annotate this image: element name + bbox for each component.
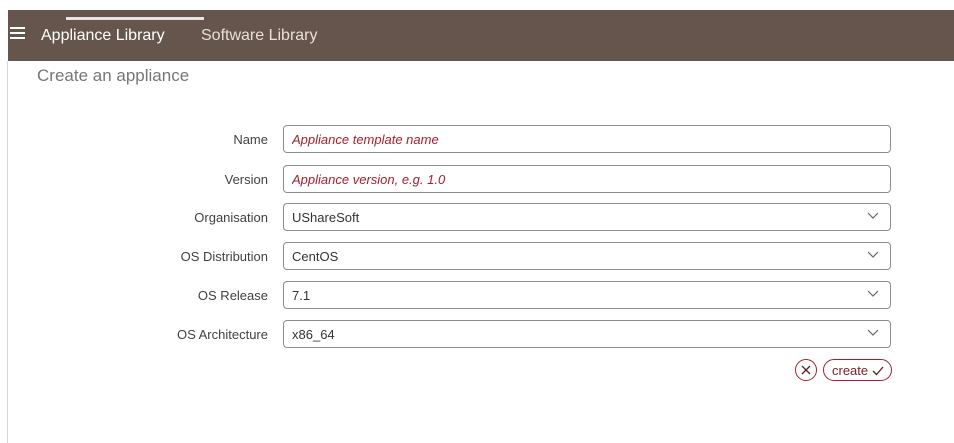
cancel-button[interactable] — [795, 359, 817, 381]
name-input[interactable] — [283, 125, 891, 153]
os-release-row: OS Release 7.1 — [0, 281, 954, 311]
active-tab-indicator — [66, 17, 204, 20]
tab-appliance-library[interactable]: Appliance Library — [41, 24, 165, 48]
tab-software-library[interactable]: Software Library — [201, 24, 318, 48]
os-distribution-value: CentOS — [292, 249, 339, 264]
app-window: Appliance Library Software Library Creat… — [0, 0, 954, 443]
organisation-select[interactable]: UShareSoft — [283, 203, 891, 231]
check-icon — [872, 366, 884, 376]
os-architecture-row: OS Architecture x86_64 — [0, 320, 954, 350]
name-label: Name — [233, 132, 268, 147]
organisation-value: UShareSoft — [292, 210, 360, 225]
page-title: Create an appliance — [37, 66, 190, 85]
os-release-label: OS Release — [197, 288, 268, 303]
chevron-down-icon — [867, 251, 879, 258]
name-row: Name — [0, 125, 954, 155]
version-input[interactable] — [283, 165, 891, 193]
os-release-value: 7.1 — [292, 288, 311, 303]
form-actions: create — [795, 359, 892, 383]
chevron-down-icon — [867, 329, 879, 336]
organisation-label: Organisation — [194, 210, 268, 225]
os-distribution-label: OS Distribution — [180, 249, 268, 264]
create-button-label: create — [832, 363, 869, 378]
os-architecture-value: x86_64 — [292, 327, 335, 342]
os-distribution-select[interactable]: CentOS — [283, 242, 891, 270]
close-icon — [801, 365, 811, 375]
os-architecture-label: OS Architecture — [176, 327, 268, 342]
top-navigation-bar: Appliance Library Software Library — [8, 10, 954, 61]
version-label: Version — [224, 172, 268, 187]
organisation-row: Organisation UShareSoft — [0, 203, 954, 233]
chevron-down-icon — [867, 212, 879, 219]
os-architecture-select[interactable]: x86_64 — [283, 320, 891, 348]
version-row: Version — [0, 165, 954, 195]
os-release-select[interactable]: 7.1 — [283, 281, 891, 309]
hamburger-icon[interactable] — [10, 26, 26, 40]
os-distribution-row: OS Distribution CentOS — [0, 242, 954, 272]
chevron-down-icon — [867, 290, 879, 297]
create-button[interactable]: create — [823, 359, 892, 381]
